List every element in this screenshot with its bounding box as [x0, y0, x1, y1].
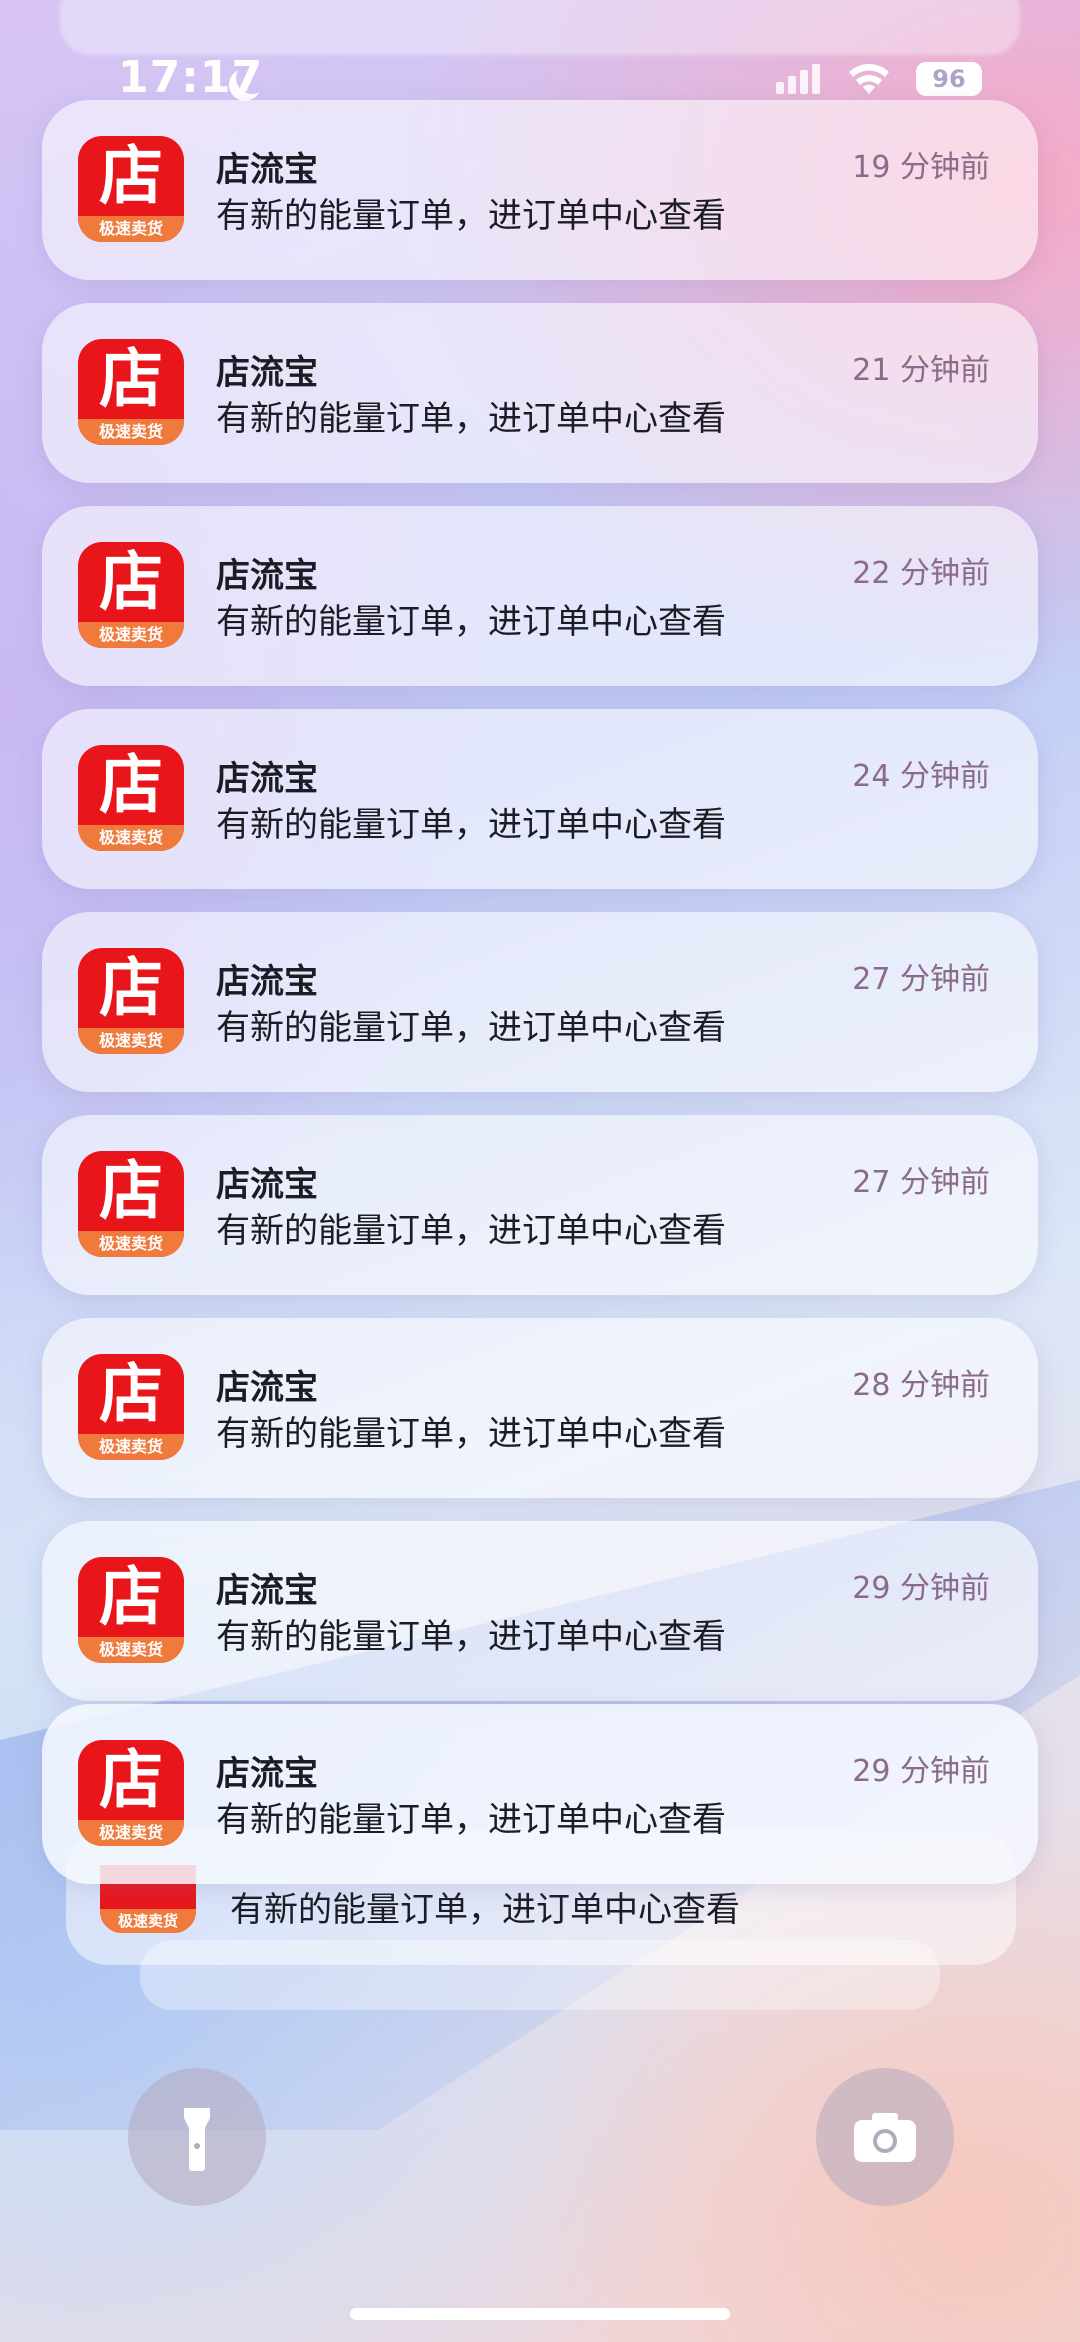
- app-icon: 店极速卖货: [78, 1740, 184, 1846]
- notification-card[interactable]: 店极速卖货 店流宝有新的能量订单，进订单中心查看 29 分钟前: [42, 1704, 1038, 1884]
- notification-app-name: 店流宝: [216, 353, 318, 393]
- notification-message: 有新的能量订单，进订单中心查看: [216, 1800, 726, 1840]
- notification-app-name: 店流宝: [216, 1571, 318, 1611]
- notification-card[interactable]: 店极速卖货 店流宝有新的能量订单，进订单中心查看 22 分钟前: [42, 506, 1038, 686]
- camera-icon: [854, 2113, 916, 2162]
- notification-card[interactable]: 店极速卖货 店流宝有新的能量订单，进订单中心查看 21 分钟前: [42, 303, 1038, 483]
- notification-time: 29 分钟前: [852, 1754, 990, 1789]
- notification-app-name: 店流宝: [216, 556, 318, 596]
- notification-card[interactable]: 店极速卖货 店流宝有新的能量订单，进订单中心查看 19 分钟前: [42, 100, 1038, 280]
- app-icon: 店极速卖货: [78, 1354, 184, 1460]
- notification-time: 21 分钟前: [852, 353, 990, 388]
- notification-card[interactable]: 店极速卖货 店流宝有新的能量订单，进订单中心查看 24 分钟前: [42, 709, 1038, 889]
- notification-time: 24 分钟前: [852, 759, 990, 794]
- notification-message: 有新的能量订单，进订单中心查看: [216, 1414, 726, 1454]
- notification-message: 有新的能量订单，进订单中心查看: [216, 1211, 726, 1251]
- notification-app-name: 店流宝: [216, 1754, 318, 1794]
- app-icon: 店极速卖货: [78, 339, 184, 445]
- wifi-icon: [849, 64, 889, 94]
- notification-message: 有新的能量订单，进订单中心查看: [216, 1008, 726, 1048]
- notification-card[interactable]: 店极速卖货 店流宝有新的能量订单，进订单中心查看 27 分钟前: [42, 1115, 1038, 1295]
- flashlight-button[interactable]: [128, 2068, 266, 2206]
- app-icon: 店极速卖货: [78, 1151, 184, 1257]
- flashlight-icon: [184, 2108, 210, 2171]
- home-indicator[interactable]: [350, 2308, 730, 2320]
- notification-message: 有新的能量订单，进订单中心查看: [216, 196, 726, 236]
- notification-time: 28 分钟前: [852, 1368, 990, 1403]
- notification-app-name: 店流宝: [216, 962, 318, 1002]
- notification-message: 有新的能量订单，进订单中心查看: [216, 399, 726, 439]
- notification-card[interactable]: 店极速卖货 店流宝有新的能量订单，进订单中心查看 29 分钟前: [42, 1521, 1038, 1701]
- notification-message: 有新的能量订单，进订单中心查看: [216, 805, 726, 845]
- notification-app-name: 店流宝: [216, 1165, 318, 1205]
- app-icon: 店极速卖货: [78, 136, 184, 242]
- notification-message: 有新的能量订单，进订单中心查看: [216, 1617, 726, 1657]
- camera-button[interactable]: [816, 2068, 954, 2206]
- notification-card[interactable]: 店极速卖货 店流宝有新的能量订单，进订单中心查看 27 分钟前: [42, 912, 1038, 1092]
- stacked-message: 有新的能量订单，进订单中心查看: [230, 1890, 740, 1930]
- notification-time: 29 分钟前: [852, 1571, 990, 1606]
- notification-time: 19 分钟前: [852, 150, 990, 185]
- notification-app-name: 店流宝: [216, 759, 318, 799]
- notification-time: 22 分钟前: [852, 556, 990, 591]
- notification-app-name: 店流宝: [216, 1368, 318, 1408]
- app-icon: 店极速卖货: [78, 1557, 184, 1663]
- app-icon: 店极速卖货: [78, 745, 184, 851]
- notification-app-name: 店流宝: [216, 150, 318, 190]
- notification-time: 27 分钟前: [852, 1165, 990, 1200]
- app-icon: 店极速卖货: [78, 542, 184, 648]
- app-icon: 店极速卖货: [78, 948, 184, 1054]
- notification-message: 有新的能量订单，进订单中心查看: [216, 602, 726, 642]
- notification-card[interactable]: 店极速卖货 店流宝有新的能量订单，进订单中心查看 28 分钟前: [42, 1318, 1038, 1498]
- battery-indicator: 96: [916, 62, 982, 96]
- notification-time: 27 分钟前: [852, 962, 990, 997]
